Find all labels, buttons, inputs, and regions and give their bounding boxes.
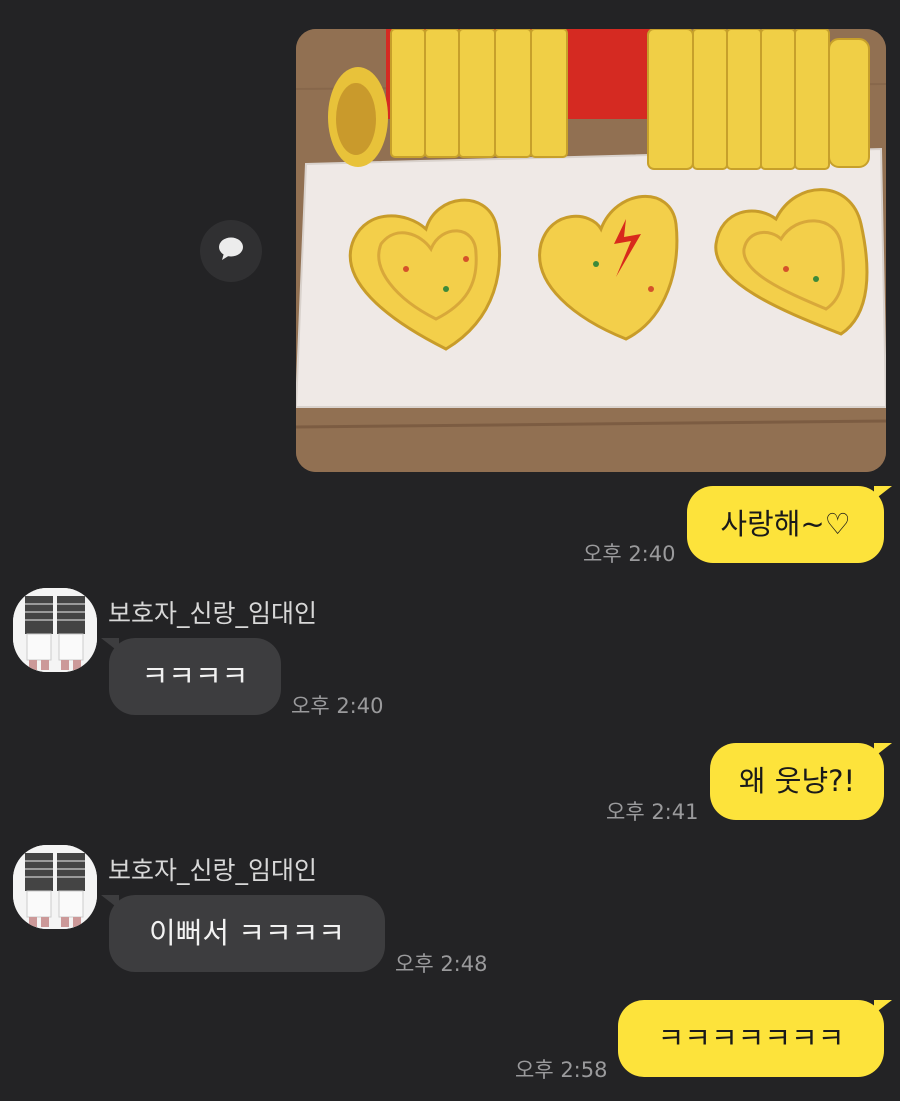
message-time: 오후 2:48 [395, 952, 488, 976]
avatar[interactable] [13, 845, 97, 929]
my-message-bubble[interactable]: ㅋㅋㅋㅋㅋㅋㅋ [618, 1000, 892, 1077]
sender-name: 보호자_신랑_임대인 [108, 856, 318, 885]
message-time: 오후 2:40 [583, 542, 676, 566]
their-message-bubble[interactable]: 이뻐서 ㅋㅋㅋㅋ [101, 895, 385, 972]
speech-bubble-icon [217, 236, 245, 266]
avatar[interactable] [13, 588, 97, 672]
message-time: 오후 2:40 [291, 694, 384, 718]
sender-name: 보호자_신랑_임대인 [108, 599, 318, 628]
message-time: 오후 2:41 [606, 800, 699, 824]
their-message-bubble[interactable]: ㅋㅋㅋㅋ [101, 638, 281, 715]
share-button[interactable] [200, 220, 262, 282]
message-time: 오후 2:58 [515, 1058, 608, 1082]
shared-photo[interactable] [296, 29, 886, 472]
my-message-bubble[interactable]: 왜 웃냥?! [710, 743, 892, 820]
my-message-bubble[interactable]: 사랑해~♡ [687, 486, 892, 563]
